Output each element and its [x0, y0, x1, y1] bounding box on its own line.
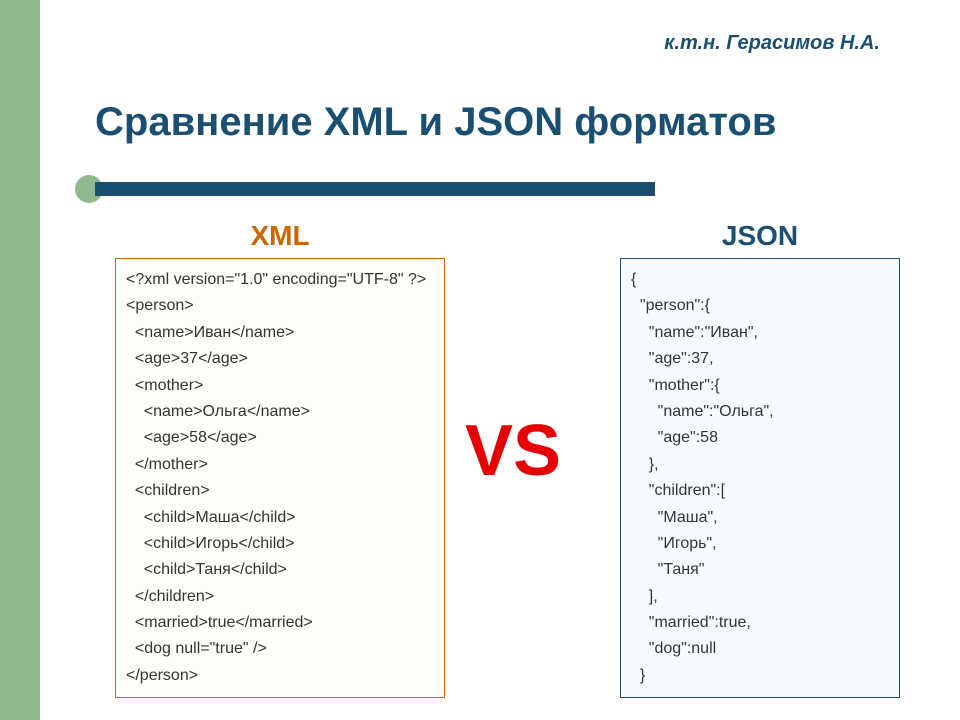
json-heading: JSON: [620, 220, 900, 252]
xml-code-box: <?xml version="1.0" encoding="UTF-8" ?> …: [115, 258, 445, 698]
xml-column: XML <?xml version="1.0" encoding="UTF-8"…: [115, 220, 445, 698]
xml-heading: XML: [115, 220, 445, 252]
content-area: XML <?xml version="1.0" encoding="UTF-8"…: [95, 220, 920, 710]
vs-label: VS: [465, 410, 561, 492]
author-credit: к.т.н. Герасимов Н.А.: [664, 32, 880, 55]
title-underline: [95, 182, 655, 196]
slide-title: Сравнение XML и JSON форматов: [95, 100, 776, 145]
json-code-box: { "person":{ "name":"Иван", "age":37, "m…: [620, 258, 900, 698]
json-column: JSON { "person":{ "name":"Иван", "age":3…: [620, 220, 900, 698]
slide: к.т.н. Герасимов Н.А. Сравнение XML и JS…: [0, 0, 960, 720]
